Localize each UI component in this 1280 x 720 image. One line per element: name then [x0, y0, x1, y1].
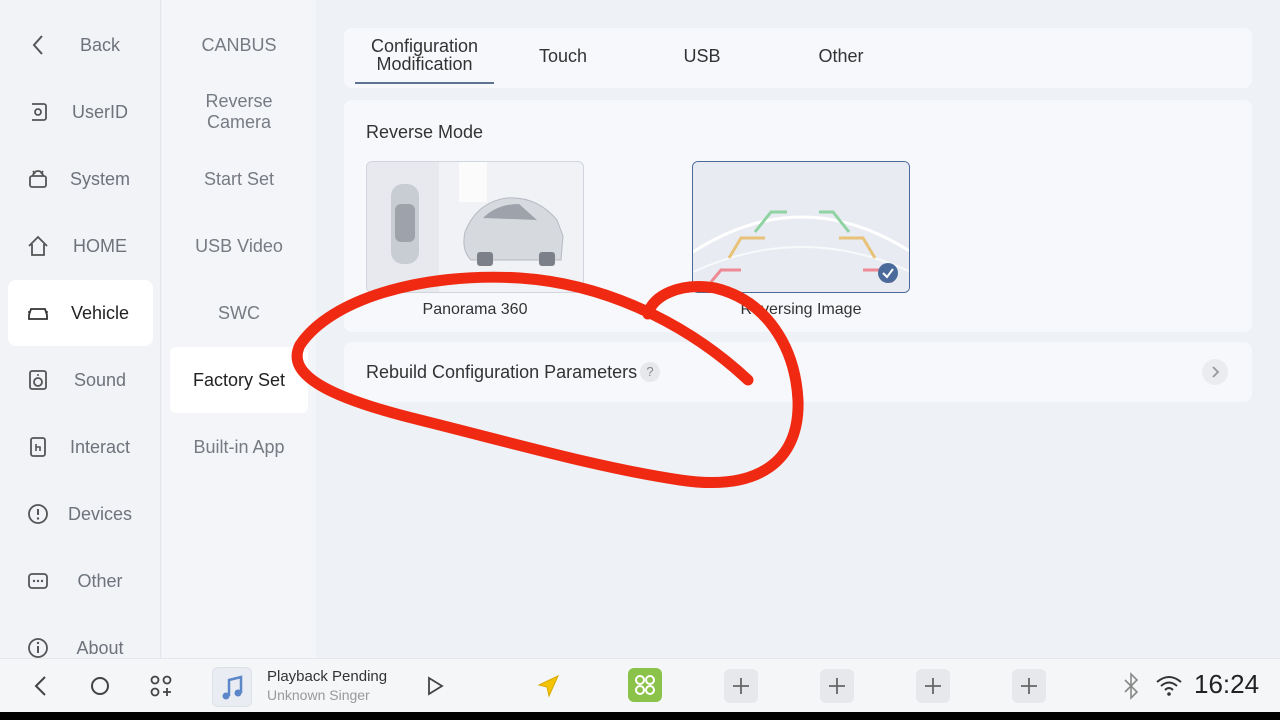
music-note-icon — [222, 675, 243, 700]
home-icon — [28, 235, 48, 256]
main-sidebar: Back UserID System HOME Vehicle Sound In… — [0, 0, 161, 658]
subnav-item-built-in-app[interactable]: Built-in App — [170, 414, 308, 480]
music-album-art[interactable] — [212, 667, 252, 707]
subnav-item-label: CANBUS — [201, 34, 277, 55]
tab-bar: Configuration Modification Touch USB Oth… — [344, 28, 1252, 88]
wifi-icon[interactable] — [1152, 669, 1186, 703]
plus-icon — [733, 678, 749, 694]
check-icon — [878, 263, 898, 283]
car-icon — [28, 308, 48, 320]
more-icon — [28, 573, 48, 589]
subnav-item-label: Start Set — [203, 168, 275, 189]
android-icon — [29, 170, 47, 188]
content-area: Configuration Modification Touch USB Oth… — [316, 0, 1280, 658]
sidebar-item-vehicle[interactable]: Vehicle — [8, 280, 153, 346]
sidebar-item-label: About — [76, 637, 124, 658]
sidebar-item-label: Interact — [69, 436, 131, 457]
add-shortcut-button[interactable] — [820, 669, 854, 703]
bottom-system-bar: Playback Pending Unknown Singer 16:24 — [0, 658, 1280, 712]
sidebar-item-home[interactable]: HOME — [8, 213, 153, 279]
sidebar-item-devices[interactable]: Devices — [8, 481, 153, 547]
nav-apps-icon[interactable] — [144, 669, 178, 703]
sidebar-item-interact[interactable]: Interact — [8, 414, 153, 480]
sidebar-item-label: Sound — [73, 369, 127, 390]
sidebar-item-sound[interactable]: Sound — [8, 347, 153, 413]
tab-label: USB — [683, 46, 721, 66]
rebuild-configuration-label: Rebuild Configuration Parameters — [366, 362, 638, 382]
bluetooth-icon[interactable] — [1114, 669, 1148, 703]
back-arrow-icon — [32, 35, 43, 55]
user-id-icon — [32, 103, 47, 121]
add-shortcut-button[interactable] — [724, 669, 758, 703]
chevron-right-icon — [1202, 359, 1228, 385]
sidebar-item-about[interactable]: About — [8, 615, 153, 658]
subnav-item-label: Factory Set — [192, 369, 286, 390]
touch-icon — [30, 437, 46, 457]
add-shortcut-button[interactable] — [1012, 669, 1046, 703]
reverse-mode-title: Reverse Mode — [366, 122, 484, 142]
subnav-item-factory-set[interactable]: Factory Set — [170, 347, 308, 413]
subnav-item-label: USB Video — [195, 235, 283, 256]
sidebar-item-label: UserID — [71, 101, 128, 122]
tab-label: Other — [818, 46, 864, 66]
nav-home-icon[interactable] — [83, 669, 117, 703]
help-icon[interactable]: ? — [640, 362, 660, 382]
subnav-item-swc[interactable]: SWC — [170, 280, 308, 346]
add-shortcut-button[interactable] — [916, 669, 950, 703]
subnav-item-label: SWC — [218, 302, 260, 323]
subnav-item-label: Reverse Camera — [205, 91, 273, 132]
playback-title: Playback Pending — [267, 668, 388, 685]
playback-artist: Unknown Singer — [267, 687, 370, 703]
info-icon — [28, 638, 48, 658]
plus-icon — [829, 678, 845, 694]
subnav-item-start-set[interactable]: Start Set — [170, 146, 308, 212]
sidebar-item-label: HOME — [73, 235, 127, 256]
subnav-item-label: Built-in App — [193, 436, 285, 457]
tab-label: Configuration Modification — [370, 36, 479, 74]
rebuild-configuration-row[interactable]: Rebuild Configuration Parameters ? — [344, 342, 1252, 402]
plus-icon — [925, 678, 941, 694]
sidebar-item-label: Back — [79, 34, 121, 55]
tab-usb[interactable]: USB — [648, 28, 756, 84]
panorama-360-option[interactable] — [366, 161, 584, 293]
reverse-mode-card: Reverse Mode Panorama 360 Reversing Imag… — [344, 100, 1252, 332]
panorama-360-label: Panorama 360 — [422, 301, 528, 318]
tab-configuration-modification[interactable]: Configuration Modification — [355, 28, 494, 84]
tab-touch[interactable]: Touch — [509, 28, 617, 84]
subnav-item-reverse-camera[interactable]: Reverse Camera — [170, 79, 308, 145]
sidebar-item-label: System — [69, 168, 130, 189]
screen-bottom-edge — [0, 712, 1280, 720]
nav-back-icon[interactable] — [24, 669, 58, 703]
sidebar-item-system[interactable]: System — [8, 146, 153, 212]
subnav-item-usb-video[interactable]: USB Video — [170, 213, 308, 279]
panorama-360-image — [367, 162, 583, 292]
clock: 16:24 — [1194, 669, 1260, 699]
play-icon[interactable] — [418, 669, 452, 703]
alert-icon — [28, 504, 48, 524]
reversing-image-option[interactable] — [692, 161, 910, 293]
plus-icon — [1021, 678, 1037, 694]
reversing-image-label: Reversing Image — [740, 301, 862, 318]
sidebar-item-back[interactable]: Back — [8, 12, 153, 78]
app-launcher-tile[interactable] — [628, 668, 662, 702]
sidebar-item-userid[interactable]: UserID — [8, 79, 153, 145]
sidebar-item-label: Vehicle — [70, 302, 130, 323]
speaker-icon — [29, 370, 47, 390]
sub-navigation: CANBUS Reverse Camera Start Set USB Vide… — [162, 0, 316, 658]
navigation-arrow-icon[interactable] — [531, 669, 565, 703]
subnav-item-canbus[interactable]: CANBUS — [170, 12, 308, 78]
sidebar-item-label: Other — [77, 570, 123, 591]
tab-label: Touch — [538, 46, 588, 66]
apps-grid-icon — [635, 675, 655, 695]
sidebar-item-label: Devices — [67, 503, 133, 524]
tab-other[interactable]: Other — [787, 28, 895, 84]
sidebar-item-other[interactable]: Other — [8, 548, 153, 614]
